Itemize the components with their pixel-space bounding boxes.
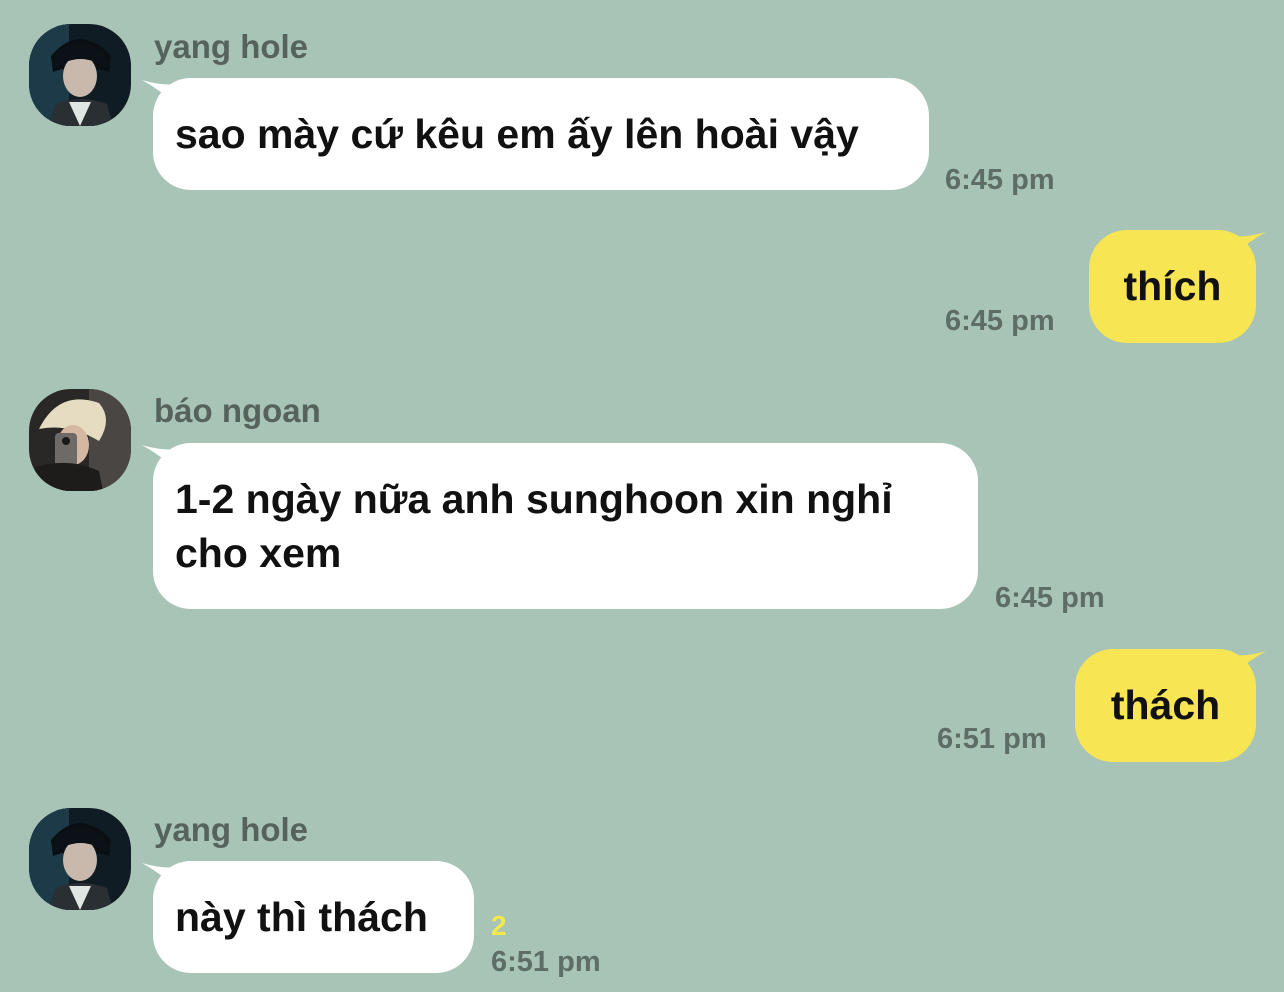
message-bubble[interactable]: này thì thách <box>153 861 474 973</box>
chat-thread: yang hole sao mày cứ kêu em ấy lên hoài … <box>0 0 1284 992</box>
sender-name: yang hole <box>154 811 309 848</box>
message-timestamp: 6:51 pm <box>491 946 601 978</box>
unread-count: 2 <box>491 910 507 941</box>
avatar[interactable] <box>29 808 131 910</box>
message-incoming: yang hole này thì thách 2 6:51 pm <box>0 0 1284 992</box>
